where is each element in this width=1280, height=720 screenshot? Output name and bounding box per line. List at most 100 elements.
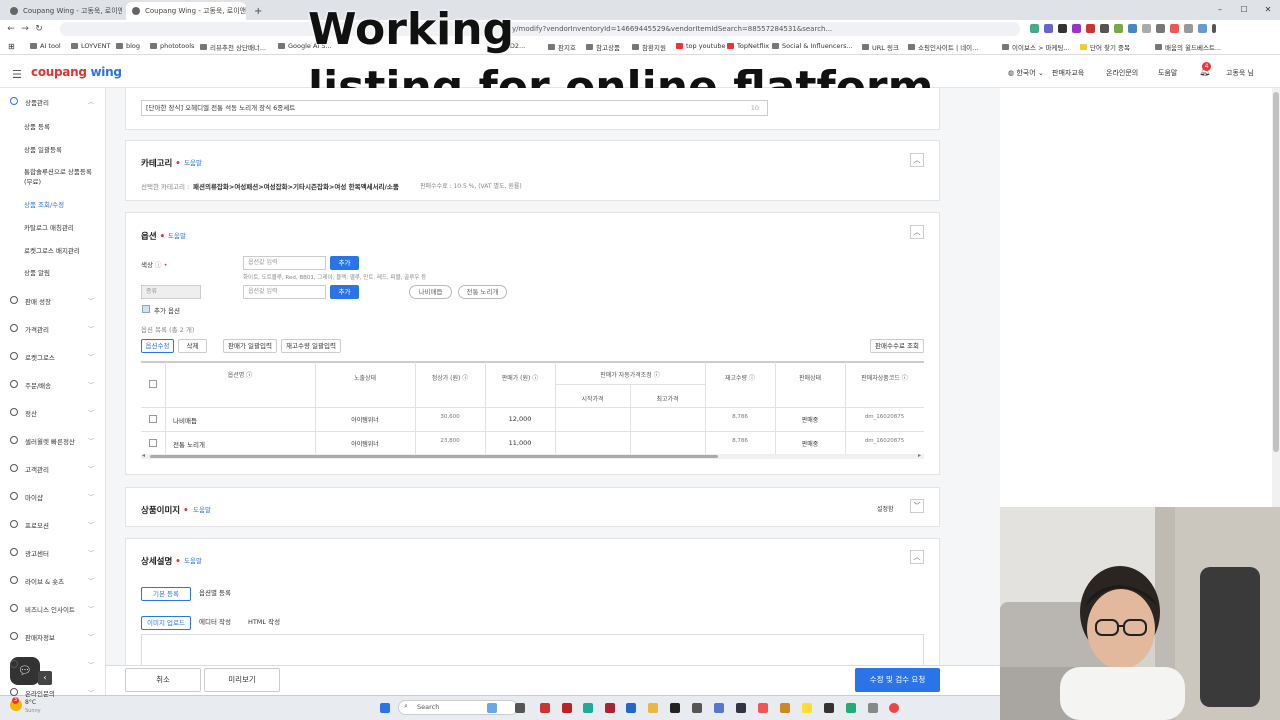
sidebar-subitem[interactable]: 통합솔루션으로 상품등록 (24, 168, 92, 177)
extension-icon[interactable] (1156, 24, 1165, 33)
bookmark[interactable]: 참환지원 (632, 42, 666, 52)
options-help-link[interactable]: 도움말 (168, 230, 186, 240)
widget-icon[interactable] (487, 703, 497, 713)
sidebar-subitem[interactable]: 상품 일괄등록 (24, 146, 62, 155)
collapse-category-button[interactable]: ︿ (910, 153, 924, 167)
sidebar-subitem-active[interactable]: 상품 조회/수정 (24, 201, 64, 210)
delete-option-button[interactable]: 삭제 (178, 339, 207, 353)
app-icon[interactable] (692, 703, 702, 713)
app-icon[interactable] (780, 703, 790, 713)
bookmark[interactable]: Social & Influencers... (772, 42, 853, 50)
extension-icon[interactable] (1044, 24, 1053, 33)
option-type-select[interactable]: 종류 (141, 285, 201, 299)
app-icon[interactable] (562, 703, 572, 713)
bookmark[interactable]: URL 링크 (862, 42, 899, 52)
bookmark[interactable]: 배움의 윌드베스트... (1155, 42, 1221, 52)
apps-grid-icon[interactable]: ⊞ (8, 42, 15, 51)
scroll-right-icon[interactable]: ▸ (918, 452, 921, 459)
extension-icon[interactable] (1072, 24, 1081, 33)
app-icon[interactable] (714, 703, 724, 713)
notion-icon[interactable] (670, 703, 680, 713)
option-chip[interactable]: 나비매듭 (409, 285, 452, 299)
subtab-image-upload[interactable]: 이미지 업로드 (141, 616, 191, 630)
extension-icon[interactable] (1058, 24, 1067, 33)
type-option-input[interactable]: 옵션값 입력 (243, 285, 326, 299)
collapse-options-button[interactable]: ︿ (910, 225, 924, 239)
bookmark[interactable]: 쇼핑인사이트 | 네이... (908, 42, 978, 52)
submit-review-button[interactable]: 수정 및 검수 요청 (855, 668, 940, 692)
row-checkbox[interactable] (149, 439, 157, 447)
sidebar-subitem[interactable]: 로켓그로스 배지관리 (24, 247, 80, 256)
taskbar-search[interactable]: Search (398, 700, 518, 715)
app-icon[interactable] (868, 703, 878, 713)
reload-icon[interactable]: ↻ (32, 24, 46, 34)
browser-tab-active[interactable]: Coupang Wing - 고동욱, 로이앤 ✕ (126, 2, 246, 20)
app-icon[interactable] (605, 703, 615, 713)
address-bar[interactable]: y/modify?vendorInventoryId=14669445529&v… (60, 22, 1020, 36)
file-explorer-icon[interactable] (648, 703, 658, 713)
bookmark[interactable]: TopNetflix (727, 42, 769, 50)
bookmark[interactable]: blog (116, 42, 140, 50)
subtab-html[interactable]: HTML 작성 (241, 616, 287, 630)
select-all-checkbox[interactable] (149, 380, 157, 388)
extension-icon[interactable] (1030, 24, 1039, 33)
forward-icon[interactable]: → (18, 24, 32, 34)
language-select[interactable]: ◍ 한국어 ⌄ (1008, 68, 1044, 78)
subtab-editor[interactable]: 에디터 작성 (193, 616, 237, 630)
extra-option-checkbox[interactable] (142, 305, 150, 313)
app-icon[interactable] (758, 703, 768, 713)
outlook-icon[interactable] (626, 703, 636, 713)
table-scroll-thumb[interactable] (150, 455, 718, 458)
cancel-button[interactable]: 취소 (125, 668, 201, 692)
bookmark[interactable]: AI tool (30, 42, 61, 50)
bookmark[interactable]: phototools (150, 42, 194, 50)
scroll-left-icon[interactable]: ◂ (142, 452, 145, 459)
new-tab-button[interactable]: + (250, 2, 266, 20)
extension-icon[interactable] (1128, 24, 1137, 33)
app-icon[interactable] (583, 703, 593, 713)
app-icon[interactable] (824, 703, 834, 713)
bookmark[interactable]: 단어 찾기 중복 (1080, 42, 1130, 52)
app-icon[interactable] (736, 703, 746, 713)
edit-options-button[interactable]: 옵션수정 (141, 339, 174, 353)
color-option-input[interactable]: 옵션값 입력 (243, 256, 326, 270)
images-help-link[interactable]: 도움말 (193, 504, 211, 514)
minimize-button[interactable]: – (1208, 0, 1232, 20)
bookmark[interactable]: 리뷰추천 상단배너... (200, 42, 266, 52)
user-menu[interactable]: 고동욱 님 (1226, 68, 1254, 78)
extension-icon[interactable] (1086, 24, 1095, 33)
extension-icon[interactable] (1184, 24, 1193, 33)
sidebar-subitem[interactable]: 카탈로그 매칭관리 (24, 224, 74, 233)
extension-icon[interactable] (1170, 24, 1179, 33)
page-scroll-thumb[interactable] (1273, 92, 1279, 452)
extension-icon[interactable] (1142, 24, 1151, 33)
image-upload-area[interactable] (141, 634, 924, 665)
bulk-price-button[interactable]: 판매가 일괄입력 (223, 339, 277, 353)
fee-lookup-button[interactable]: 판매수수료 조회 (870, 339, 924, 353)
bookmark[interactable]: 판지호 (548, 42, 576, 52)
coupang-wing-logo[interactable]: coupang wing (31, 65, 122, 79)
kakaotalk-icon[interactable] (802, 703, 812, 713)
chrome-icon[interactable] (889, 703, 899, 713)
menu-dots-icon[interactable] (1212, 24, 1216, 33)
category-help-link[interactable]: 도움말 (184, 157, 202, 167)
back-icon[interactable]: ← (4, 24, 18, 34)
row-checkbox[interactable] (149, 415, 157, 423)
product-name-input[interactable]: [단아한 장식] 오헤디엘 전통 석동 노리개 장식 6종세트 10 (141, 100, 768, 116)
collapse-detail-button[interactable]: ︿ (910, 550, 924, 564)
extension-icon[interactable] (1100, 24, 1109, 33)
add-color-option-button[interactable]: 추가 (330, 256, 359, 270)
bookmark[interactable]: 참고상품 (586, 42, 620, 52)
windows-start-icon[interactable] (380, 703, 390, 713)
tab-option-register[interactable]: 옵션별 등록 (191, 587, 239, 601)
bookmark[interactable]: 이이보스 > 마케팅... (1002, 42, 1070, 52)
browser-tab[interactable]: Coupang Wing - 고동욱, 로이앤트 (4, 2, 122, 20)
seller-education-link[interactable]: 판매자교육 (1052, 68, 1084, 78)
sidebar-subitem[interactable]: 상품 등록 (24, 123, 50, 132)
bookmark[interactable]: top youtube (676, 42, 725, 50)
hamburger-menu-icon[interactable]: ☰ (12, 68, 22, 81)
expand-images-button[interactable]: ﹀ (910, 499, 924, 513)
profile-icon[interactable] (1198, 24, 1207, 33)
excel-icon[interactable] (846, 703, 856, 713)
task-view-icon[interactable] (515, 703, 525, 713)
